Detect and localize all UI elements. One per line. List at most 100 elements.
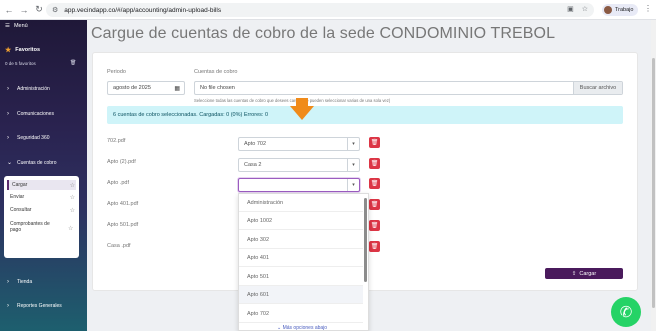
file-name: Casa .pdf: [107, 243, 131, 249]
chevron-right-icon: ›: [7, 86, 9, 92]
sidebar-item-comunicaciones[interactable]: › Comunicaciones: [7, 111, 54, 117]
whatsapp-icon[interactable]: ✆: [611, 297, 641, 327]
caret-down-icon[interactable]: ▾: [347, 138, 359, 150]
dropdown-option[interactable]: Apto 501: [239, 268, 363, 286]
more-options-link[interactable]: ⌄ Más opciones abajo: [277, 325, 327, 331]
address-bar[interactable]: ⚙ app.vecindapp.co/#/app/accounting/admi…: [46, 3, 594, 17]
trash-icon: 🗑: [370, 161, 379, 167]
reload-icon[interactable]: ↻: [33, 4, 45, 16]
submenu-item-label: Consultar: [10, 207, 32, 213]
trash-icon[interactable]: 🗑: [70, 60, 76, 66]
sidebar-item-label: Tienda: [17, 279, 33, 285]
sidebar-item-cuentas-de-cobro[interactable]: ⌄ Cuentas de cobro: [7, 159, 57, 167]
star-outline-icon[interactable]: ☆: [70, 194, 75, 201]
submenu-item-consultar[interactable]: Consultar ☆: [7, 207, 76, 214]
back-icon[interactable]: ←: [3, 4, 15, 16]
dropdown-scrollbar[interactable]: [364, 198, 367, 282]
file-name: Apto 501.pdf: [107, 222, 139, 228]
file-input[interactable]: No file chosen Buscar archivo: [194, 81, 623, 95]
chevron-down-icon: ⌄: [277, 325, 282, 331]
submenu-item-cargar[interactable]: Cargar ☆: [7, 180, 76, 190]
unit-dropdown: Administración Apto 1002 Apto 302 Apto 4…: [238, 193, 369, 331]
star-outline-icon[interactable]: ☆: [68, 225, 73, 232]
file-name: Apto 401.pdf: [107, 201, 139, 207]
forward-icon[interactable]: →: [18, 4, 30, 16]
calendar-icon[interactable]: ▦: [174, 85, 180, 92]
dropdown-option[interactable]: Apto 601: [239, 286, 363, 304]
site-info-icon[interactable]: ⚙: [52, 6, 58, 14]
delete-button[interactable]: 🗑: [369, 137, 380, 148]
star-outline-icon[interactable]: ☆: [70, 182, 75, 189]
unit-select[interactable]: Apto 702 ▾: [238, 137, 360, 151]
bookmark-star-icon[interactable]: ☆: [582, 5, 588, 13]
submenu-item-label: Comprobantes de pago: [10, 221, 50, 233]
favorites-header[interactable]: ★ Favoritos: [5, 46, 40, 54]
caret-down-icon[interactable]: ▾: [347, 179, 359, 191]
chevron-right-icon: ›: [7, 111, 9, 117]
browse-file-button[interactable]: Buscar archivo: [573, 82, 622, 94]
profile-label: Trabajo: [615, 7, 634, 13]
status-alert: 6 cuentas de cobro seleccionadas. Cargad…: [107, 106, 623, 124]
sidebar-item-label: Actualización de datos: [17, 254, 68, 260]
delete-button[interactable]: 🗑: [369, 241, 380, 252]
star-outline-icon[interactable]: ☆: [70, 207, 75, 214]
delete-button[interactable]: 🗑: [369, 220, 380, 231]
favorites-count: 0 de 5 favoritos: [5, 61, 36, 66]
profile-button[interactable]: Trabajo: [602, 4, 638, 16]
sidebar-item-label: Cuentas de cobro: [17, 159, 57, 166]
dropdown-option[interactable]: Apto 302: [239, 231, 363, 249]
star-icon: ★: [5, 47, 12, 54]
period-value: agosto de 2025: [113, 85, 151, 91]
submenu-item-label: Cargar: [12, 182, 28, 188]
delete-button[interactable]: 🗑: [369, 199, 380, 210]
dropdown-option[interactable]: Administración: [239, 194, 363, 212]
sidebar-item-reportes[interactable]: › Reportes Generales: [7, 303, 62, 309]
page-scrollbar-thumb[interactable]: [652, 58, 655, 308]
cuentas-submenu: Cargar ☆ Enviar ☆ Consultar ☆ Comprobant…: [4, 176, 79, 258]
chevron-right-icon: ›: [7, 254, 9, 260]
sidebar: ☰ Menú ★ Favoritos 0 de 5 favoritos 🗑 › …: [0, 20, 87, 331]
dropdown-option[interactable]: Apto 702: [239, 305, 363, 323]
period-input[interactable]: agosto de 2025 ▦: [107, 81, 185, 95]
chevron-right-icon: ›: [7, 279, 9, 285]
page-scrollbar[interactable]: [651, 20, 656, 331]
submenu-item-enviar[interactable]: Enviar ☆: [7, 194, 76, 201]
sidebar-item-label: Reportes Generales: [17, 303, 62, 309]
sidebar-item-actualizacion[interactable]: › Actualización de datos: [7, 254, 67, 260]
upload-button-label: Cargar: [579, 270, 597, 277]
delete-button[interactable]: 🗑: [369, 158, 380, 169]
trash-icon: 🗑: [370, 244, 379, 250]
arrow-down-icon-head: [290, 106, 314, 120]
file-value: No file chosen: [200, 85, 235, 91]
sidebar-item-label: Seguridad 360: [17, 135, 50, 141]
sidebar-item-label: Administración: [17, 86, 50, 92]
period-label: Periodo: [107, 69, 126, 75]
page-title: Cargue de cuentas de cobro de la sede CO…: [91, 25, 556, 42]
dropdown-option[interactable]: Apto 1002: [239, 212, 363, 230]
file-name: Apto .pdf: [107, 180, 130, 186]
file-name: Apto (2).pdf: [107, 159, 136, 165]
menu-label: Menú: [13, 23, 28, 29]
unit-select[interactable]: Casa 2 ▾: [238, 158, 360, 172]
trash-icon: 🗑: [370, 140, 379, 146]
caret-down-icon[interactable]: ▾: [347, 159, 359, 171]
trash-icon: 🗑: [370, 181, 379, 187]
url-text: app.vecindapp.co/#/app/accounting/admin-…: [64, 6, 222, 14]
chevron-down-icon: ⌄: [7, 160, 13, 166]
file-name: 702.pdf: [107, 138, 126, 144]
delete-button[interactable]: 🗑: [369, 178, 380, 189]
browser-toolbar: ← → ↻ ⚙ app.vecindapp.co/#/app/accountin…: [0, 0, 656, 20]
upload-button[interactable]: ⇪ Cargar: [545, 268, 623, 279]
cast-icon[interactable]: ▣: [567, 5, 574, 13]
favorites-label: Favoritos: [15, 47, 41, 53]
sidebar-item-tienda[interactable]: › Tienda: [7, 279, 32, 285]
browser-menu-icon[interactable]: ⋮: [644, 4, 652, 13]
sidebar-item-administracion[interactable]: › Administración: [7, 86, 50, 92]
submenu-item-comprobantes[interactable]: Comprobantes de pago: [7, 221, 57, 233]
unit-select[interactable]: ▾: [238, 178, 360, 192]
menu-icon: ☰: [5, 23, 10, 29]
menu-toggle[interactable]: ☰ Menú: [5, 23, 28, 29]
chevron-right-icon: ›: [7, 135, 9, 141]
dropdown-option[interactable]: Apto 401: [239, 249, 363, 267]
sidebar-item-seguridad[interactable]: › Seguridad 360: [7, 135, 50, 141]
